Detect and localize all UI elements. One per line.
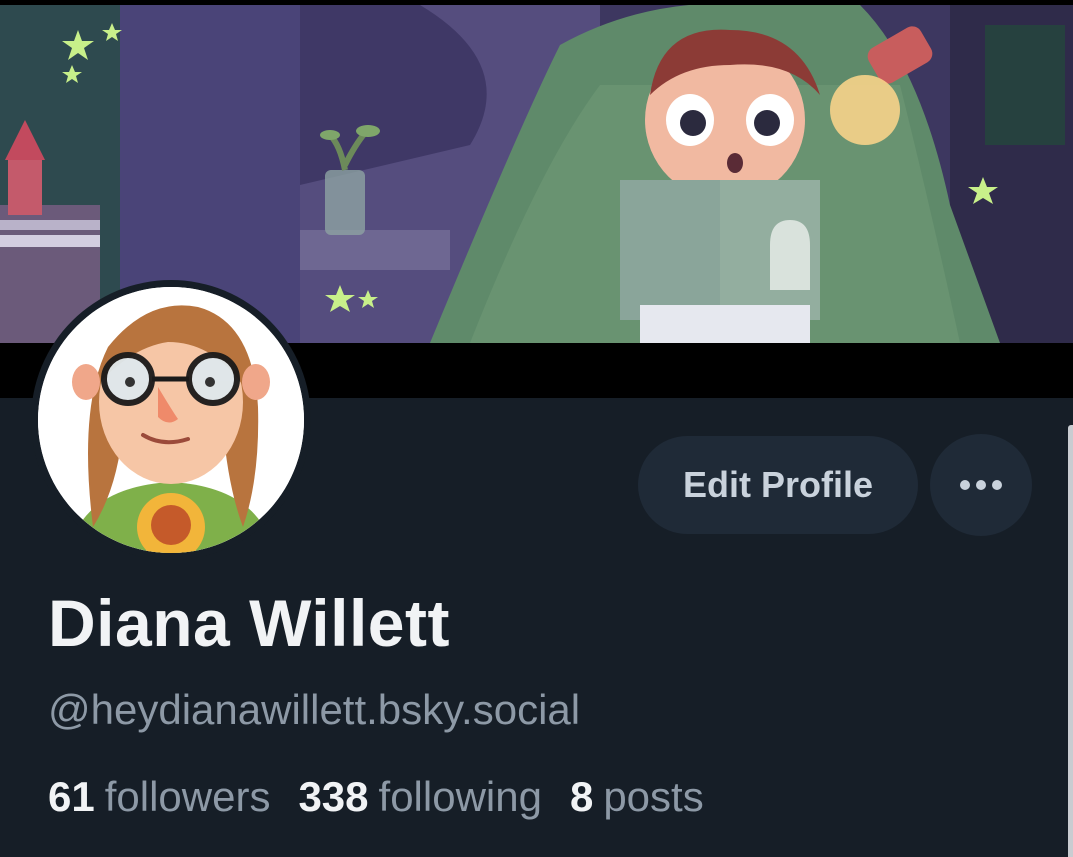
avatar-image bbox=[38, 287, 304, 553]
edit-profile-button[interactable]: Edit Profile bbox=[638, 436, 918, 534]
avatar[interactable] bbox=[31, 280, 311, 560]
following-stat[interactable]: 338 following bbox=[298, 773, 542, 821]
following-count: 338 bbox=[298, 773, 369, 820]
ellipsis-icon bbox=[960, 480, 1002, 490]
profile-handle[interactable]: @heydianawillett.bsky.social bbox=[48, 686, 580, 734]
followers-stat[interactable]: 61 followers bbox=[48, 773, 270, 821]
profile-stats: 61 followers 338 following 8 posts bbox=[48, 773, 732, 821]
display-name: Diana Willett bbox=[48, 586, 450, 660]
posts-label: posts bbox=[603, 773, 704, 820]
followers-count: 61 bbox=[48, 773, 95, 820]
following-label: following bbox=[378, 773, 542, 820]
followers-label: followers bbox=[104, 773, 271, 820]
posts-stat: 8 posts bbox=[570, 773, 704, 821]
more-options-button[interactable] bbox=[930, 434, 1032, 536]
scrollbar[interactable] bbox=[1068, 425, 1073, 857]
posts-count: 8 bbox=[569, 773, 594, 820]
